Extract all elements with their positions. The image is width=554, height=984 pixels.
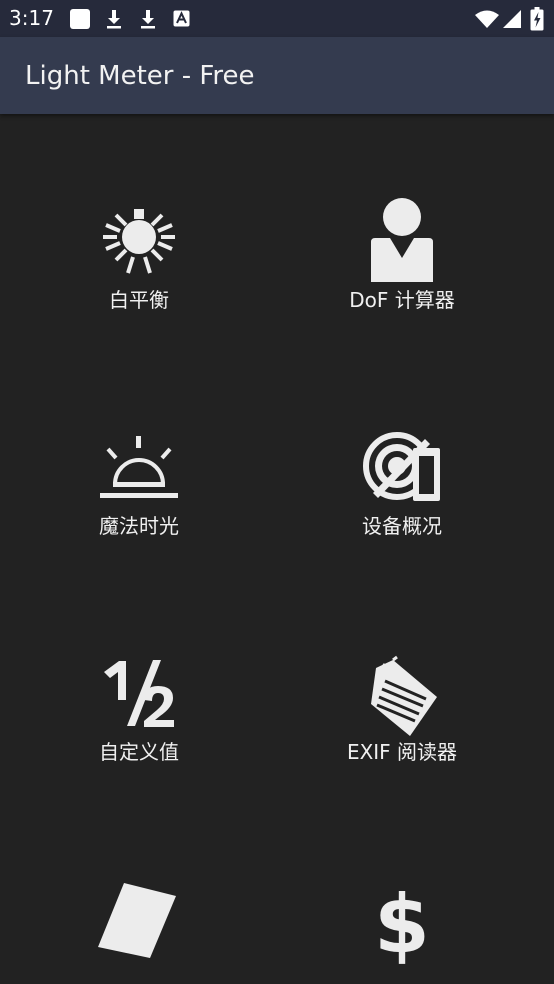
tile-label: EXIF 阅读器	[346, 740, 458, 764]
tile-upgrade[interactable]: $	[287, 876, 517, 966]
tag-icon	[371, 655, 437, 736]
tile-device-profile[interactable]: 设备概况	[287, 424, 517, 538]
dollar-icon: $	[374, 878, 430, 966]
app-title: Light Meter - Free	[25, 61, 255, 91]
person-icon	[371, 198, 433, 282]
tile-dof-calculator[interactable]: DoF 计算器	[287, 198, 517, 312]
tile-label: 魔法时光	[99, 514, 179, 538]
tile-exif-reader[interactable]: EXIF 阅读器	[287, 650, 517, 764]
svg-text:$: $	[374, 878, 430, 966]
download-icon	[137, 0, 159, 37]
camera-no-flash-icon	[363, 432, 440, 501]
app-bar: Light Meter - Free	[0, 37, 554, 114]
square-notification-icon	[68, 0, 92, 37]
battery-icon	[528, 0, 546, 37]
tile-custom-values[interactable]: 自定义值	[24, 650, 254, 764]
font-a-icon	[171, 0, 191, 37]
tile-magic-hour[interactable]: 魔法时光	[24, 424, 254, 538]
signal-icon	[502, 0, 522, 37]
tile-white-balance[interactable]: 白平衡	[24, 198, 254, 312]
tile-reflected-light[interactable]	[24, 876, 254, 966]
one-half-icon	[104, 660, 174, 727]
sunrise-icon	[100, 436, 178, 498]
light-bulb-icon	[103, 209, 175, 274]
tile-label: 白平衡	[109, 288, 169, 312]
status-bar: 3:17	[0, 0, 554, 37]
tile-label: 自定义值	[99, 740, 179, 764]
tile-label: DoF 计算器	[349, 288, 455, 312]
parallelogram-icon	[98, 883, 176, 958]
tile-label: 设备概况	[362, 514, 442, 538]
download-icon	[103, 0, 125, 37]
wifi-icon	[474, 0, 500, 37]
status-time: 3:17	[9, 6, 54, 30]
